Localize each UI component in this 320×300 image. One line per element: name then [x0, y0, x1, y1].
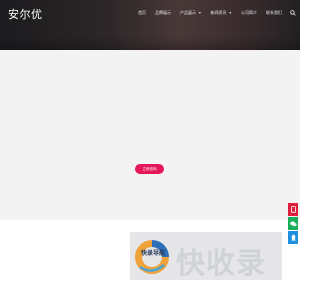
nav-brands-label: 品牌展示	[155, 10, 172, 15]
phone-button[interactable]	[288, 203, 298, 216]
side-toolbar	[288, 203, 298, 245]
watermark-text: 快收录	[176, 246, 267, 280]
nav-news-label: 新闻资讯	[210, 10, 227, 15]
wechat-icon	[289, 220, 297, 226]
site-logo[interactable]: 安尔优	[8, 6, 43, 22]
phone-icon	[290, 206, 296, 213]
search-icon[interactable]	[290, 10, 296, 16]
consult-button[interactable]: 立即咨询	[135, 164, 164, 174]
main-content: 立即咨询	[0, 50, 300, 220]
watermark-subtext: 快录导航	[141, 251, 166, 257]
chevron-down-icon: ▼	[198, 11, 202, 15]
qq-button[interactable]	[288, 231, 298, 244]
watermark: 快录导航 快收录	[130, 232, 282, 280]
chevron-down-icon: ▼	[228, 11, 232, 15]
nav-products-label: 产品展示	[180, 10, 197, 15]
qq-icon	[290, 234, 296, 241]
nav-about-label: 公司简介	[241, 10, 257, 15]
nav-news[interactable]: 新闻资讯 ▼	[211, 10, 232, 16]
nav-contact[interactable]: 联系我们	[266, 10, 282, 16]
nav-products[interactable]: 产品展示 ▼	[180, 10, 201, 16]
nav-brands[interactable]: 品牌展示	[155, 10, 171, 16]
hero-banner: 安尔优 首页 品牌展示 产品展示 ▼ 新闻资讯 ▼ 公司简介 联系我们	[0, 0, 300, 50]
nav-about[interactable]: 公司简介	[241, 10, 257, 16]
watermark-logo-icon	[135, 240, 169, 274]
main-nav: 首页 品牌展示 产品展示 ▼ 新闻资讯 ▼ 公司简介 联系我们	[129, 10, 296, 16]
nav-home-label: 首页	[138, 10, 147, 15]
nav-contact-label: 联系我们	[266, 10, 282, 15]
nav-home[interactable]: 首页	[138, 10, 146, 16]
wechat-button[interactable]	[288, 217, 298, 230]
